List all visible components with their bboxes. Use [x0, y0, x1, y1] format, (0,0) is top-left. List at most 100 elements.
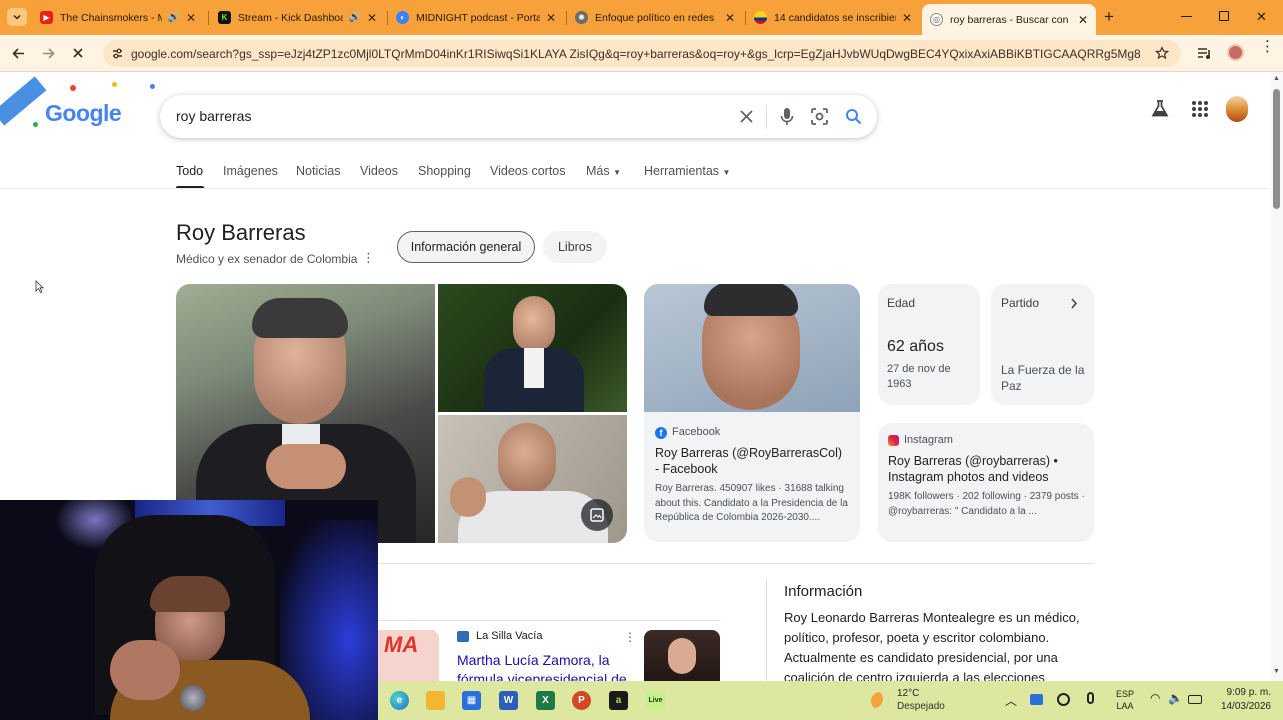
edge-icon[interactable]: e [390, 691, 409, 710]
excel-icon[interactable]: X [536, 691, 555, 710]
site-info-icon[interactable] [111, 47, 124, 60]
store-icon[interactable]: ▦ [462, 691, 481, 710]
wifi-icon[interactable]: ◠ [1150, 691, 1160, 705]
clear-search-icon[interactable] [739, 109, 754, 124]
minimize-button[interactable] [1181, 16, 1192, 17]
tray-language-sub: LAA [1116, 701, 1134, 711]
tabs-divider [0, 188, 1270, 189]
news-source-label: La Silla Vacía [476, 630, 543, 642]
google-doodle[interactable]: Google [0, 72, 160, 142]
instagram-title[interactable]: Roy Barreras (@roybarreras) • Instagram … [888, 453, 1088, 485]
webcam-microphone [180, 685, 206, 711]
bookmark-star-icon[interactable] [1155, 46, 1169, 60]
tray-language[interactable]: ESP LAA [1115, 689, 1135, 711]
instagram-card[interactable]: Instagram Roy Barreras (@roybarreras) • … [878, 423, 1094, 542]
tab-imagenes[interactable]: Imágenes [223, 164, 278, 178]
tray-chevron-icon[interactable]: ︿ [1005, 692, 1017, 709]
info-heading: Información [784, 583, 863, 600]
tab-videos[interactable]: Videos [360, 164, 398, 178]
tray-network-icon[interactable] [1057, 693, 1070, 706]
tab-herramientas[interactable]: Herramientas ▼ [644, 164, 730, 178]
caret-down-icon: ▼ [613, 168, 622, 177]
back-arrow-icon[interactable] [11, 46, 26, 61]
entity-more-icon[interactable]: ⋮ [362, 250, 375, 266]
tab-title: The Chainsmokers - M [60, 11, 163, 24]
close-tab-icon[interactable]: ✕ [367, 11, 377, 25]
news-thumb-right[interactable] [644, 630, 720, 681]
facebook-card[interactable]: f Facebook Roy Barreras (@RoyBarrerasCol… [644, 284, 860, 542]
youtube-icon: ▶ [40, 11, 53, 24]
tray-app-icon[interactable] [1030, 694, 1043, 705]
weather-widget[interactable]: 12°C Despejado [871, 686, 961, 716]
close-tab-icon[interactable]: ✕ [902, 11, 912, 25]
scrollbar-thumb[interactable] [1273, 89, 1280, 209]
search-icon[interactable] [845, 108, 862, 125]
tray-mic-icon[interactable] [1087, 692, 1094, 704]
browser-tab[interactable]: K Stream - Kick Dashboa 🔊 ✕ [210, 4, 385, 31]
browser-tab[interactable]: 14 candidatos se inscribier ✕ [746, 4, 920, 31]
tab-mas[interactable]: Más ▼ [586, 164, 621, 178]
close-tab-icon[interactable]: ✕ [186, 11, 196, 25]
word-icon[interactable]: W [499, 691, 518, 710]
party-card[interactable]: Partido La Fuerza de la Paz [991, 284, 1094, 405]
stop-loading-icon[interactable] [72, 47, 84, 59]
news-headline[interactable]: Martha Lucía Zamora, la fórmula vicepres… [457, 651, 627, 681]
clock-date: 14/03/2026 [1220, 701, 1271, 712]
account-avatar[interactable] [1226, 96, 1248, 122]
profile-avatar[interactable] [1227, 44, 1244, 61]
tab-shopping[interactable]: Shopping [418, 164, 471, 178]
tab-title: MIDNIGHT podcast - Porta [416, 11, 540, 24]
tab-videos-cortos[interactable]: Videos cortos [490, 164, 566, 178]
tab-todo[interactable]: Todo [176, 164, 203, 178]
image-bottom-right[interactable] [438, 415, 627, 543]
scroll-up-arrow[interactable]: ▲ [1273, 75, 1280, 82]
powerpoint-icon[interactable]: P [572, 691, 591, 710]
browser-tab[interactable]: ▶ The Chainsmokers - M 🔊 ✕ [32, 4, 204, 31]
volume-icon[interactable]: 🔈 [1168, 691, 1183, 705]
close-tab-icon[interactable]: ✕ [725, 11, 735, 25]
google-lens-icon[interactable] [811, 108, 828, 125]
doodle-ribbon [0, 76, 47, 126]
facebook-source: f Facebook [655, 425, 720, 440]
chip-libros[interactable]: Libros [543, 231, 607, 263]
portrait-hands [266, 444, 346, 489]
news-more-icon[interactable]: ⋮ [624, 630, 636, 644]
app-a-icon[interactable]: a [609, 691, 628, 710]
browser-tab-strip: ▶ The Chainsmokers - M 🔊 ✕ K Stream - Ki… [0, 0, 1283, 35]
battery-icon[interactable] [1188, 695, 1202, 704]
page-scrollbar[interactable]: ▲ ▼ [1271, 72, 1283, 681]
search-box[interactable]: roy barreras [160, 95, 877, 138]
apps-grid-icon[interactable] [1192, 101, 1208, 117]
close-tab-icon[interactable]: ✕ [1078, 13, 1088, 27]
live-icon[interactable]: Live [646, 691, 665, 710]
browser-tab[interactable]: ✺ Enfoque político en redes ✕ [567, 4, 743, 31]
new-tab-button[interactable]: + [1104, 7, 1114, 27]
clock[interactable]: 9:09 p. m. 14/03/2026 [1213, 687, 1271, 712]
microphone-icon[interactable] [780, 107, 794, 126]
chip-informacion-general[interactable]: Información general [397, 231, 535, 263]
close-tab-icon[interactable]: ✕ [546, 11, 556, 25]
media-controls-icon[interactable] [1197, 46, 1212, 60]
close-window-button[interactable]: ✕ [1256, 9, 1267, 25]
image-gallery-icon[interactable] [581, 499, 613, 531]
scroll-down-arrow[interactable]: ▼ [1273, 668, 1280, 675]
labs-flask-icon[interactable] [1151, 100, 1169, 117]
forward-arrow-icon[interactable] [41, 46, 56, 61]
chrome-menu-icon[interactable]: ⋮ [1260, 39, 1275, 54]
windows-taskbar: e ▦ W X P a Live 12°C Despejado ︿ ESP LA… [378, 681, 1283, 720]
news-thumb-left[interactable]: MA [378, 630, 439, 681]
speaker-icon[interactable]: 🔊 [167, 12, 179, 23]
address-bar[interactable]: google.com/search?gs_ssp=eJzj4tZP1zc0Mjl… [103, 40, 1181, 67]
entity-description: Médico y ex senador de Colombia [176, 252, 358, 266]
browser-tab-active[interactable]: ◎ roy barreras - Buscar con G ✕ [922, 4, 1096, 35]
facebook-title[interactable]: Roy Barreras (@RoyBarrerasCol) - Faceboo… [655, 445, 845, 477]
speaker-icon[interactable]: 🔊 [348, 12, 360, 23]
folder-icon[interactable] [426, 691, 445, 710]
restore-button[interactable] [1219, 11, 1229, 21]
tab-noticias[interactable]: Noticias [296, 164, 340, 178]
search-input[interactable]: roy barreras [176, 108, 251, 124]
tab-search-button[interactable] [7, 8, 27, 26]
weather-temp: 12°C [897, 688, 920, 699]
image-top-right[interactable] [438, 284, 627, 412]
browser-tab[interactable]: ◐ MIDNIGHT podcast - Porta ✕ [388, 4, 564, 31]
